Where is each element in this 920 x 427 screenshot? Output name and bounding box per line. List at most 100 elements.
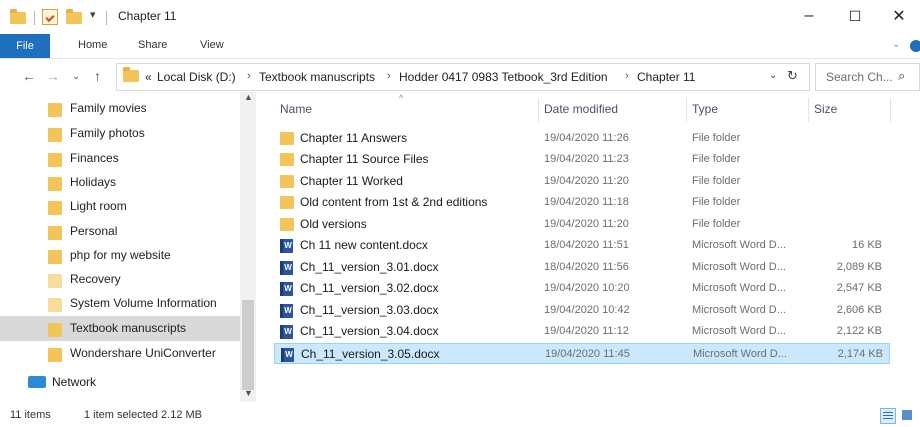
file-row[interactable]: W Ch_11_version_3.01.docx 18/04/2020 11:…: [274, 257, 890, 278]
large-icons-view-icon[interactable]: [900, 408, 914, 422]
navigation-bar: ← → ⌄ ↑ « Local Disk (D:) › Textbook man…: [0, 62, 920, 92]
scrollbar-thumb[interactable]: [242, 300, 254, 390]
breadcrumb-separator[interactable]: ›: [247, 70, 251, 82]
chevron-down-icon[interactable]: ⌄: [892, 39, 900, 50]
breadcrumb-chapter-11[interactable]: Chapter 11: [637, 70, 695, 84]
file-row-selected[interactable]: W Ch_11_version_3.05.docx 19/04/2020 11:…: [274, 343, 890, 364]
file-type: Microsoft Word D...: [692, 304, 786, 316]
close-button[interactable]: ✕: [876, 0, 920, 32]
recent-locations-icon[interactable]: ⌄: [72, 71, 80, 82]
file-date: 19/04/2020 11:20: [544, 175, 629, 187]
folder-icon: [280, 218, 294, 231]
nav-item-finances[interactable]: Finances: [0, 146, 240, 171]
file-date: 19/04/2020 10:42: [544, 304, 630, 316]
nav-item-family-movies[interactable]: Family movies: [0, 96, 240, 121]
up-arrow-icon[interactable]: ↑: [94, 68, 101, 84]
navigation-pane: Family movies Family photos Finances Hol…: [0, 92, 258, 402]
nav-item-label: Personal: [70, 224, 118, 238]
search-box[interactable]: Search Ch... ⌕: [815, 63, 920, 91]
nav-item-wondershare-uniconverter[interactable]: Wondershare UniConverter: [0, 341, 240, 366]
breadcrumb-textbook-manuscripts[interactable]: Textbook manuscripts: [259, 70, 375, 84]
help-icon[interactable]: [910, 40, 920, 52]
word-doc-icon: W: [280, 261, 293, 275]
nav-item-holidays[interactable]: Holidays: [0, 170, 240, 195]
file-name: Ch_11_version_3.05.docx: [301, 347, 440, 361]
breadcrumb-separator[interactable]: ›: [387, 70, 391, 82]
folder-icon: [280, 153, 294, 166]
file-size: 2,174 KB: [837, 348, 883, 360]
details-view-icon[interactable]: [880, 408, 896, 424]
file-name: Chapter 11 Answers: [300, 131, 408, 145]
column-divider[interactable]: [538, 98, 539, 122]
nav-item-personal[interactable]: Personal: [0, 219, 240, 244]
file-type: File folder: [692, 196, 741, 208]
folder-icon: [48, 250, 62, 264]
address-dropdown-icon[interactable]: ⌄: [769, 70, 777, 81]
file-size: 2,547 KB: [836, 282, 882, 294]
file-date: 18/04/2020 11:56: [544, 261, 629, 273]
file-row[interactable]: W Ch_11_version_3.03.docx 19/04/2020 10:…: [274, 300, 890, 321]
sort-ascending-icon: ^: [399, 93, 404, 103]
column-divider[interactable]: [808, 98, 809, 122]
folder-icon: [48, 103, 62, 117]
column-header-name[interactable]: Name: [280, 102, 312, 116]
file-row[interactable]: Chapter 11 Answers 19/04/2020 11:26 File…: [274, 128, 890, 149]
breadcrumb-overflow[interactable]: «: [145, 70, 152, 84]
refresh-icon[interactable]: ↻: [787, 68, 798, 84]
column-divider[interactable]: [686, 98, 687, 122]
column-header-type[interactable]: Type: [692, 102, 718, 116]
nav-item-php-for-my-website[interactable]: php for my website: [0, 243, 240, 268]
folder-icon: [48, 348, 62, 362]
minimize-button[interactable]: –: [786, 0, 832, 32]
file-row[interactable]: Chapter 11 Source Files 19/04/2020 11:23…: [274, 149, 890, 170]
file-name: Old versions: [300, 217, 367, 231]
file-name: Ch_11_version_3.04.docx: [300, 324, 439, 338]
nav-item-label: Family movies: [70, 101, 147, 115]
tab-home[interactable]: Home: [78, 39, 107, 51]
column-header-size[interactable]: Size: [814, 102, 837, 116]
new-folder-icon[interactable]: [66, 9, 82, 27]
word-doc-icon: W: [280, 239, 293, 253]
file-row[interactable]: W Ch 11 new content.docx 18/04/2020 11:5…: [274, 235, 890, 256]
tab-file[interactable]: File: [0, 34, 50, 58]
nav-item-family-photos[interactable]: Family photos: [0, 121, 240, 146]
nav-item-network[interactable]: Network: [0, 370, 240, 395]
file-row[interactable]: Old content from 1st & 2nd editions 19/0…: [274, 192, 890, 213]
item-count: 11 items: [10, 409, 51, 421]
scroll-up-icon[interactable]: ▲: [244, 92, 253, 102]
column-headers: ^ Name Date modified Type Size: [268, 92, 918, 126]
file-row[interactable]: Chapter 11 Worked 19/04/2020 11:20 File …: [274, 171, 890, 192]
file-row[interactable]: Old versions 19/04/2020 11:20 File folde…: [274, 214, 890, 235]
nav-item-textbook-manuscripts[interactable]: Textbook manuscripts: [0, 316, 240, 341]
folder-icon: [48, 274, 62, 288]
nav-item-system-volume-information[interactable]: System Volume Information: [0, 291, 240, 316]
tab-view[interactable]: View: [200, 39, 224, 51]
properties-icon[interactable]: [42, 9, 58, 25]
breadcrumb-separator[interactable]: ›: [625, 70, 629, 82]
search-icon[interactable]: ⌕: [898, 68, 905, 84]
folder-icon: [10, 9, 26, 27]
nav-item-label: Wondershare UniConverter: [70, 346, 216, 360]
maximize-button[interactable]: ☐: [832, 0, 878, 32]
file-row[interactable]: W Ch_11_version_3.04.docx 19/04/2020 11:…: [274, 321, 890, 342]
tab-share[interactable]: Share: [138, 39, 167, 51]
breadcrumb-local-disk[interactable]: Local Disk (D:): [157, 70, 236, 84]
column-divider[interactable]: [890, 98, 891, 122]
file-name: Old content from 1st & 2nd editions: [300, 195, 488, 209]
file-size: 2,122 KB: [836, 325, 882, 337]
scroll-down-icon[interactable]: ▼: [244, 388, 253, 398]
customize-toolbar-icon[interactable]: ▾: [90, 8, 96, 21]
nav-scrollbar[interactable]: ▲ ▼: [240, 92, 256, 402]
column-header-date[interactable]: Date modified: [544, 102, 618, 116]
breadcrumb-hodder-edition[interactable]: Hodder 0417 0983 Tetbook_3rd Edition: [399, 70, 608, 84]
file-type: Microsoft Word D...: [692, 261, 786, 273]
file-name: Chapter 11 Worked: [300, 174, 403, 188]
file-date: 19/04/2020 10:20: [544, 282, 630, 294]
nav-item-recovery[interactable]: Recovery: [0, 267, 240, 292]
address-bar[interactable]: « Local Disk (D:) › Textbook manuscripts…: [116, 63, 810, 91]
file-date: 19/04/2020 11:12: [544, 325, 629, 337]
nav-item-light-room[interactable]: Light room: [0, 194, 240, 219]
forward-arrow-icon[interactable]: →: [46, 68, 60, 84]
back-arrow-icon[interactable]: ←: [22, 68, 36, 84]
file-row[interactable]: W Ch_11_version_3.02.docx 19/04/2020 10:…: [274, 278, 890, 299]
